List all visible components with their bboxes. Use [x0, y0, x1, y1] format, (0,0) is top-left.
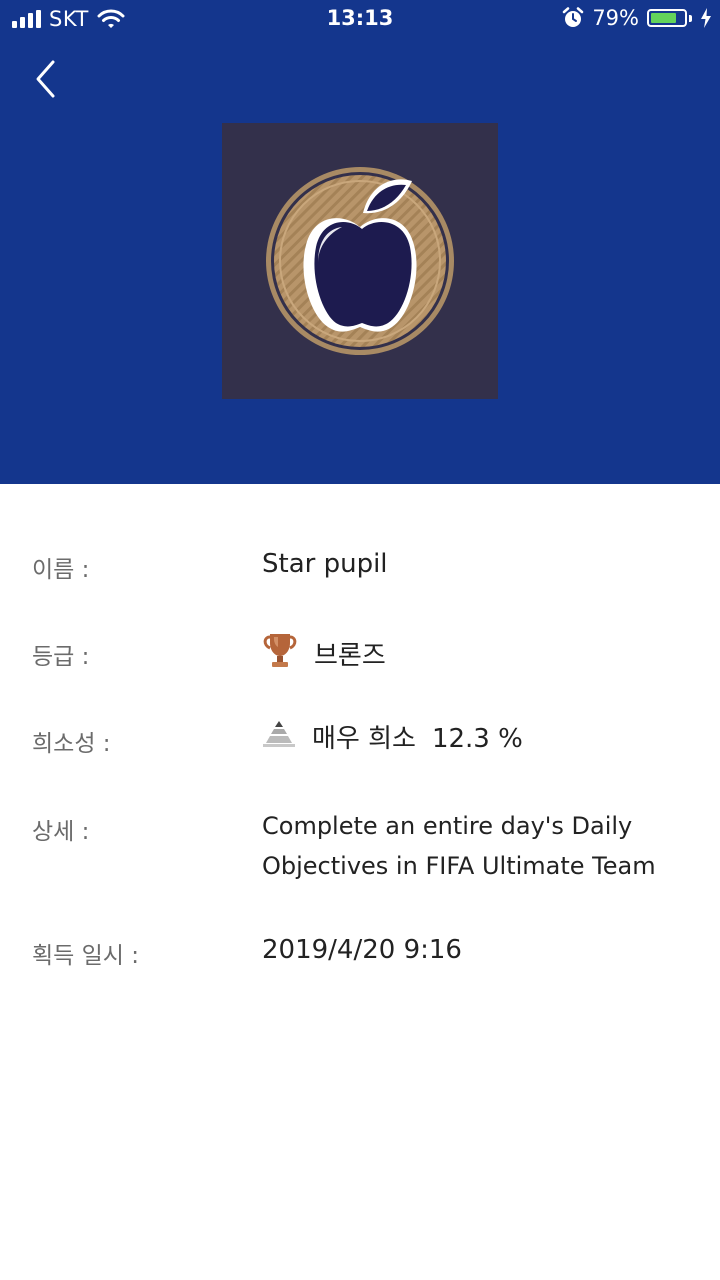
description-line-2: Objectives in FIFA Ultimate Team — [262, 852, 656, 880]
rarity-pyramid-icon — [262, 718, 296, 760]
status-right: 79% — [562, 6, 712, 30]
description-line-1: Complete an entire day's Daily — [262, 812, 633, 840]
name-label: 이름 : — [32, 557, 90, 583]
apple-badge-icon — [266, 167, 454, 355]
rarity-value-container: 매우 희소 12.3 % — [262, 718, 692, 760]
battery-level-fill — [651, 13, 676, 23]
date-value: 2019/4/20 9:16 — [262, 935, 462, 965]
grade-value: 브론즈 — [314, 641, 386, 671]
rarity-label: 희소성 : — [32, 731, 111, 757]
header: SKT 13:13 79% — [0, 0, 720, 484]
battery-tip — [689, 14, 692, 22]
bronze-trophy-icon — [262, 631, 298, 681]
battery-icon — [647, 9, 687, 27]
date-label: 획득 일시 : — [32, 943, 140, 969]
battery-percent: 79% — [592, 6, 639, 30]
alarm-icon — [563, 7, 584, 27]
grade-value-container: 브론즈 — [262, 631, 692, 681]
grade-label: 등급 : — [32, 644, 90, 670]
description-value: Complete an entire day's Daily Objective… — [262, 806, 692, 886]
status-bar: SKT 13:13 79% — [0, 0, 720, 40]
back-button[interactable] — [26, 58, 66, 102]
name-value: Star pupil — [262, 549, 388, 579]
description-label: 상세 : — [32, 819, 90, 845]
rarity-percent: 12.3 % — [431, 724, 523, 754]
chevron-left-icon — [36, 60, 55, 98]
rarity-value: 매우 희소 — [312, 724, 416, 754]
charging-bolt-icon — [701, 8, 711, 28]
achievement-badge — [222, 123, 498, 399]
